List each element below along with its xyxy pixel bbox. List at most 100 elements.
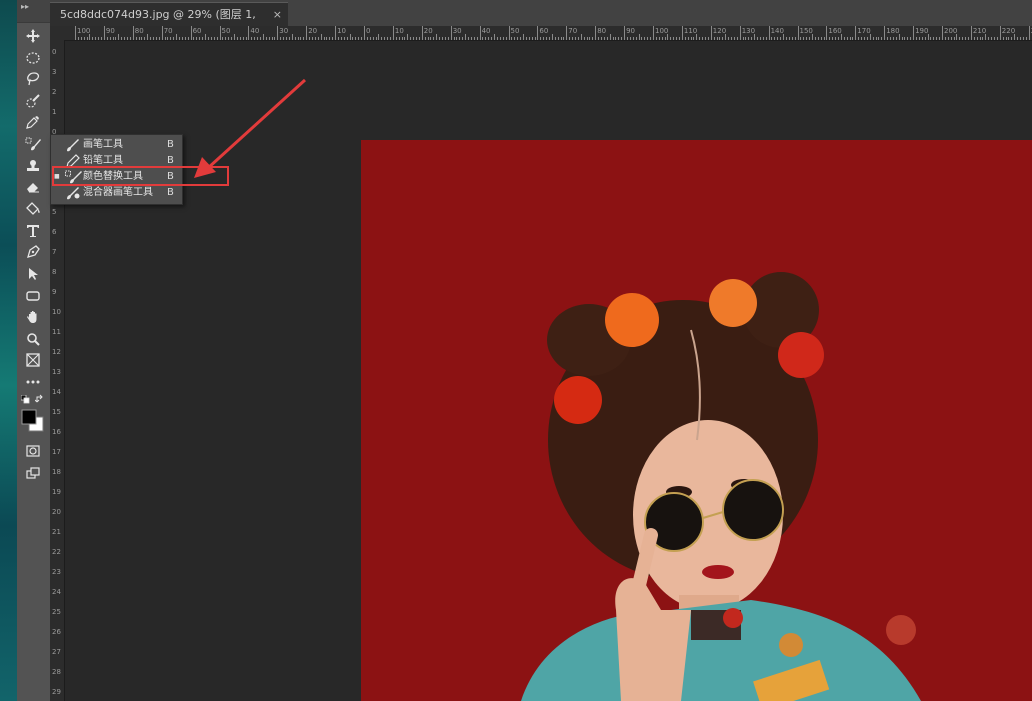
marquee-tool-icon[interactable] [22,48,44,67]
flyout-shortcut: B [167,139,174,150]
ruler-tick [494,34,496,40]
ruler-tick [878,37,880,40]
ruler-tick [650,37,652,40]
ruler-tick [918,37,920,40]
swap-colors-icon[interactable] [35,394,45,404]
ruler-tick [132,26,134,40]
ruler-tick [898,34,900,40]
ruler-tick [390,37,391,40]
ruler-tick [999,26,1001,40]
lasso-tool-icon[interactable] [22,69,44,88]
ruler-tick [86,37,88,40]
ruler-label: 11 [52,328,61,336]
ruler-tick [274,37,276,40]
close-tab-icon[interactable]: × [273,3,282,27]
ruler-tick [759,37,761,40]
frame-tool-icon[interactable] [22,350,44,369]
ruler-origin[interactable] [50,26,65,41]
ruler-tick [653,26,654,40]
path-select-tool-icon[interactable] [22,264,44,283]
ruler-label: 8 [52,268,57,276]
ruler-tick [748,37,750,40]
ruler-tick [358,37,360,40]
brush-tool-icon[interactable] [22,134,44,153]
ruler-tick [713,37,715,40]
ruler-tick [1002,37,1004,40]
ruler-tick [603,37,605,40]
rectangle-tool-icon[interactable] [22,286,44,305]
ruler-tick [551,34,553,40]
flyout-item-brush-tool[interactable]: 画笔工具 B [51,137,182,153]
ruler-tick [517,37,519,40]
ruler-label: 140 [770,27,784,35]
ruler-tick [936,37,938,40]
ruler-tick [271,37,273,40]
foreground-color[interactable] [20,408,46,434]
default-colors-icon[interactable] [20,394,30,404]
ruler-label: 60 [192,27,202,35]
ruler-tick [499,37,501,40]
ruler-tick [421,26,423,40]
more-tools-icon[interactable] [22,372,44,391]
ruler-tick [242,37,244,40]
ruler-tick [806,37,808,40]
ruler-tick [283,37,285,40]
screen-mode-icon[interactable] [22,463,44,482]
ruler-tick [580,34,582,40]
ruler-tick [829,37,831,40]
paint-bucket-tool-icon[interactable] [22,199,44,218]
quick-mask-icon[interactable] [22,441,44,460]
toolbar-collapse-grip[interactable]: ▸▸ [17,0,50,23]
ruler-tick [655,37,657,40]
ruler-tick [187,37,189,40]
eraser-tool-icon[interactable] [22,177,44,196]
ruler-tick [968,37,969,40]
ruler-tick [303,37,305,40]
document-tab[interactable]: 5cd8ddc074d93.jpg @ 29% (图层 1, RGB/8) * … [50,2,288,45]
ruler-tick [436,34,438,40]
move-tool-icon[interactable] [22,26,44,45]
ruler-tick [1005,37,1007,40]
ruler-tick [352,37,354,40]
stamp-tool-icon[interactable] [22,156,44,175]
annotation-highlight-box [52,166,229,186]
horizontal-ruler[interactable]: 100 90 80 70 60 50 40 30 20 10 0 10 20 30 40 50 60 70 80 90… [64,26,1032,41]
ruler-label: 27 [52,648,61,656]
ruler-tick [395,37,397,40]
ruler-tick [910,37,912,40]
ruler-tick [635,37,637,40]
ruler-tick [129,37,131,40]
ruler-tick [884,26,886,40]
ruler-tick [710,26,712,40]
ruler-label: 3 [52,68,57,76]
ruler-tick [332,37,334,40]
pen-tool-icon[interactable] [22,242,44,261]
hand-tool-icon[interactable] [22,307,44,326]
ruler-tick [89,34,91,40]
ruler-tick [75,26,76,40]
ruler-tick [262,34,264,40]
ruler-label: 1 [52,108,57,116]
ruler-tick [95,37,97,40]
zoom-tool-icon[interactable] [22,329,44,348]
ruler-tick [317,37,319,40]
ruler-tick [462,37,464,40]
flyout-item-mixer-brush-tool[interactable]: 混合器画笔工具 B [51,185,182,201]
ruler-tick [401,37,403,40]
ruler-tick [979,37,981,40]
ruler-tick [314,37,316,40]
ruler-tick [468,37,470,40]
ruler-tick [583,37,585,40]
ruler-tick [418,37,420,40]
ruler-tick [280,37,282,40]
ruler-label: 0 [52,48,57,56]
quick-select-tool-icon[interactable] [22,91,44,110]
ruler-tick [138,37,140,40]
ruler-tick [973,37,975,40]
type-tool-icon[interactable] [22,221,44,240]
ruler-tick [866,37,868,40]
document-canvas-image[interactable] [361,140,1032,701]
ruler-tick [953,37,955,40]
eyedropper-tool-icon[interactable] [22,112,44,131]
ruler-tick [696,34,698,40]
